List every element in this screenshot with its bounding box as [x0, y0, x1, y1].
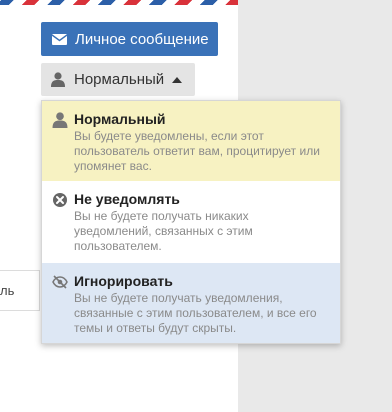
notification-level-button[interactable]: Нормальный — [41, 63, 195, 96]
eye-slash-icon — [52, 275, 68, 289]
notification-level-menu: Нормальный Вы будете уведомлены, если эт… — [41, 100, 341, 344]
left-row-text: ль — [0, 283, 15, 298]
airmail-border — [0, 0, 238, 5]
private-message-button[interactable]: Личное сообщение — [41, 22, 218, 56]
private-message-label: Личное сообщение — [75, 30, 209, 48]
menu-item-title: Не уведомлять — [74, 191, 180, 207]
caret-up-icon — [172, 76, 183, 83]
notification-level-label: Нормальный — [74, 71, 165, 88]
menu-item-ignore[interactable]: Игнорировать Вы не будете получать уведо… — [42, 263, 340, 343]
envelope-icon — [52, 33, 67, 45]
menu-item-normal[interactable]: Нормальный Вы будете уведомлены, если эт… — [42, 101, 340, 181]
menu-item-description: Вы будете уведомлены, если этот пользова… — [74, 129, 320, 173]
user-icon — [52, 112, 68, 128]
menu-item-description: Вы не будете получать уведомления, связа… — [74, 291, 317, 335]
menu-item-mute[interactable]: Не уведомлять Вы не будете получать ника… — [42, 181, 340, 263]
user-icon — [51, 72, 65, 87]
menu-item-title: Нормальный — [74, 111, 166, 127]
menu-item-description: Вы не будете получать никаких уведомлени… — [74, 209, 253, 253]
circle-x-icon — [53, 193, 67, 207]
menu-item-title: Игнорировать — [74, 273, 173, 289]
left-list-row: ль — [0, 270, 40, 311]
